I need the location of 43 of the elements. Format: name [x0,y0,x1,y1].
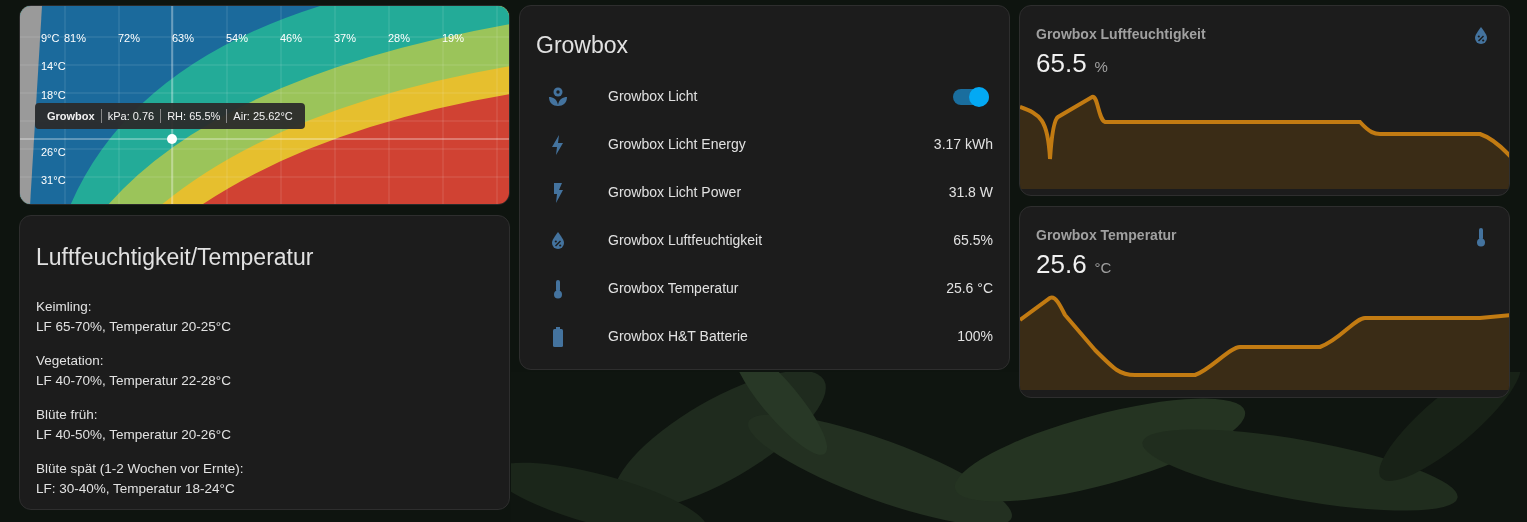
sensor-name: Growbox Luftfeuchtigkeit [1036,25,1206,44]
sensor-value: 25.6 [1036,248,1087,281]
temperature-label: 14°C [41,59,66,74]
entity-name: Growbox Licht Energy [608,135,747,154]
sensor-name: Growbox Temperatur [1036,226,1177,245]
tooltip-value: RH: 65.5% [167,108,221,124]
entity-name: Growbox Temperatur [608,279,740,298]
tooltip-value: Air: 25.62°C [233,108,293,124]
card-title: Luftfeuchtigkeit/Temperatur [36,243,315,272]
entity-value: 3.17 kWh [933,135,993,154]
temperature-label: 26°C [41,145,66,160]
entity-value: 25.6 °C [946,279,993,298]
sensor-card[interactable]: Growbox Temperatur 25.6 °C [1019,206,1510,398]
entity-name: Growbox Luftfeuchtigkeit [608,231,764,250]
humidity-label: 19% [442,31,465,46]
paragraph: Blüte spät (1-2 Wochen vor Ernte): LF: 30-40%, Temperatur 18-24°C [36,459,245,498]
humidity-label: 54% [226,31,249,46]
entity-name: Growbox Licht [608,87,699,106]
card-title: Growbox [536,31,630,60]
toggle-switch[interactable] [953,88,989,105]
humidity-label: 46% [280,31,303,46]
unit-label: % [1094,57,1108,77]
paragraph: Vegetation: LF 40-70%, Temperatur 22-28°C [36,351,232,390]
sensor-card[interactable]: Growbox Luftfeuchtigkeit 65.5 % [1019,5,1510,196]
humidity-label: 37% [334,31,357,46]
entity-name: Growbox Licht Power [608,183,743,202]
entity-value: 31.8 W [948,183,993,202]
temperature-label: 31°C [41,173,66,188]
entity-name: Growbox H&T Batterie [608,327,749,346]
entity-value: 100% [957,327,993,346]
tooltip-title: Growbox [47,108,95,124]
humidity-label: 81% [64,31,87,46]
tooltip-value: kPa: 0.76 [107,108,155,124]
paragraph: Blüte früh: LF 40-50%, Temperatur 20-26°C [36,405,232,444]
entity-value: 65.5% [953,231,993,250]
humidity-label: 28% [388,31,411,46]
temperature-label: 18°C [41,88,66,103]
humidity-label: 72% [118,31,141,46]
unit-label: °C [1094,258,1112,278]
paragraph: Keimling: LF 65-70%, Temperatur 20-25°C [36,297,232,336]
humidity-label: 63% [172,31,195,46]
temperature-label: 9°C [41,31,60,46]
sensor-value: 65.5 [1036,47,1087,80]
